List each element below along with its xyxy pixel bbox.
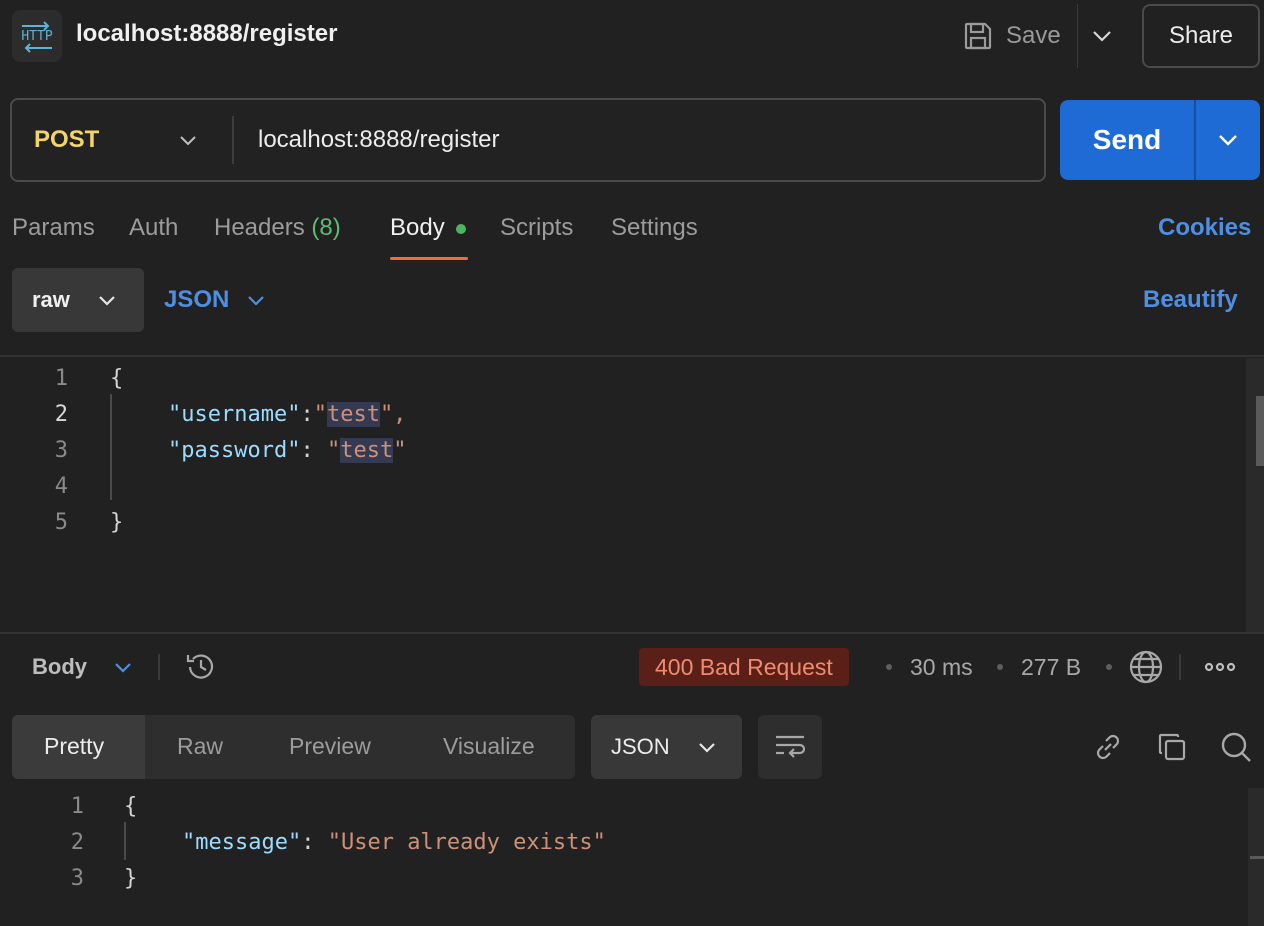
history-icon[interactable] [184, 650, 218, 684]
divider [1077, 4, 1078, 68]
pane-resize-handle[interactable] [0, 632, 1264, 634]
body-mode-select[interactable]: raw [12, 268, 144, 332]
method-select[interactable]: POST [34, 126, 99, 154]
code-line: { [124, 794, 138, 819]
chevron-down-icon [98, 295, 116, 306]
cookies-link[interactable]: Cookies [1158, 214, 1251, 242]
status-badge[interactable]: 400 Bad Request [639, 648, 849, 686]
share-button[interactable]: Share [1142, 4, 1260, 68]
tab-pretty[interactable]: Pretty [44, 733, 104, 760]
url-input[interactable] [258, 124, 1018, 156]
section-divider [0, 355, 1264, 357]
line-number: 1 [70, 794, 84, 819]
send-button[interactable]: Send [1060, 100, 1194, 180]
code-line: "username":"test", [168, 402, 407, 427]
tab-auth[interactable]: Auth [129, 214, 178, 242]
tab-visualize[interactable]: Visualize [443, 733, 535, 760]
code-line: { [110, 366, 124, 391]
tab-body[interactable]: Body [390, 214, 445, 242]
wrap-lines-icon [774, 733, 806, 761]
indent-guide [110, 394, 112, 500]
tab-preview[interactable]: Preview [289, 733, 371, 760]
separator-dot [886, 664, 892, 670]
chevron-down-icon [698, 742, 716, 753]
body-mode-label: raw [32, 287, 70, 312]
separator-dot [1106, 664, 1112, 670]
tab-scripts[interactable]: Scripts [500, 214, 573, 242]
wrap-lines-button[interactable] [758, 715, 822, 779]
response-format-label: JSON [611, 734, 670, 759]
line-number: 2 [70, 830, 84, 855]
indent-guide [124, 822, 126, 860]
search-icon[interactable] [1218, 729, 1254, 765]
divider [232, 116, 234, 164]
response-section-chevron-down-icon[interactable] [110, 654, 136, 680]
more-horizontal-icon[interactable] [1204, 654, 1236, 680]
line-number: 4 [54, 474, 68, 499]
response-time[interactable]: 30 ms [910, 654, 973, 681]
method-chevron-down-icon[interactable] [174, 126, 202, 154]
line-number: 3 [70, 866, 84, 891]
divider [158, 654, 160, 680]
request-body-editor[interactable]: 1 2 3 4 5 { "username":"test", "password… [0, 358, 1246, 632]
line-number: 2 [54, 402, 68, 427]
code-line: "message": "User already exists" [182, 830, 606, 855]
http-request-icon: HTTP [12, 10, 62, 62]
code-line: } [124, 866, 138, 891]
save-label: Save [1006, 22, 1061, 49]
send-options-chevron-down-icon[interactable] [1196, 100, 1260, 180]
copy-icon[interactable] [1154, 729, 1190, 765]
body-modified-indicator [456, 224, 466, 234]
tab-headers[interactable]: Headers (8) [214, 214, 341, 242]
response-size[interactable]: 277 B [1021, 654, 1081, 681]
tab-params[interactable]: Params [12, 214, 95, 242]
request-tab-title[interactable]: localhost:8888/register [76, 20, 337, 48]
active-tab-indicator [390, 257, 468, 260]
tab-settings[interactable]: Settings [611, 214, 698, 242]
globe-icon[interactable] [1128, 649, 1164, 685]
save-options-chevron-down-icon[interactable] [1088, 22, 1116, 50]
response-format-select[interactable]: JSON [591, 715, 742, 779]
code-line: "password": "test" [168, 438, 407, 463]
response-scrollbar-thumb[interactable] [1250, 856, 1264, 859]
beautify-button[interactable]: Beautify [1143, 286, 1238, 314]
body-language-label: JSON [164, 286, 230, 313]
line-number: 5 [54, 510, 68, 535]
http-badge-text: HTTP [21, 29, 52, 44]
line-number: 1 [54, 366, 68, 391]
code-line: } [110, 510, 124, 535]
response-body-viewer[interactable]: 1 2 3 { "message": "User already exists"… [0, 788, 1248, 926]
chevron-down-icon [247, 295, 265, 306]
save-button[interactable]: Save [962, 18, 1061, 54]
body-language-select[interactable]: JSON [164, 286, 265, 314]
separator-dot [997, 664, 1003, 670]
tab-headers-label: Headers [214, 214, 305, 241]
link-icon[interactable] [1090, 729, 1126, 765]
headers-count-badge: (8) [311, 214, 341, 241]
tab-raw[interactable]: Raw [177, 733, 223, 760]
response-section-label[interactable]: Body [32, 654, 87, 680]
divider [1179, 654, 1181, 680]
floppy-disk-icon [962, 20, 994, 52]
line-number: 3 [54, 438, 68, 463]
editor-scrollbar-thumb[interactable] [1256, 396, 1264, 466]
